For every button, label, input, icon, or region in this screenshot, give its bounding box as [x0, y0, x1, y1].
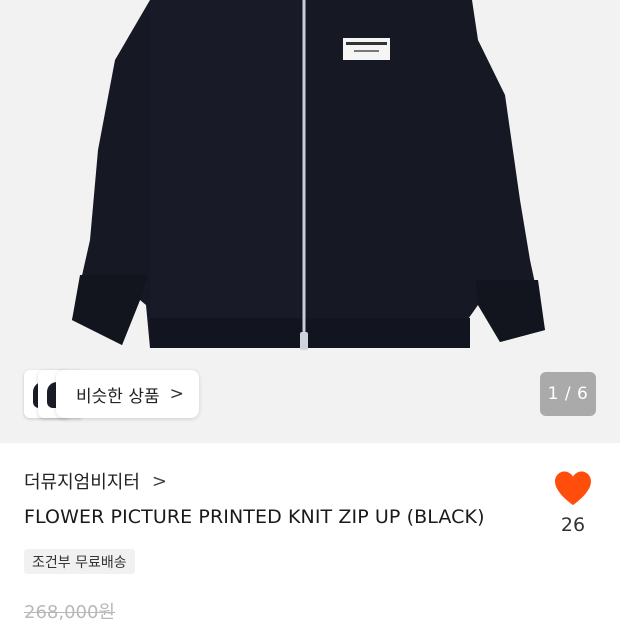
heart-icon	[555, 471, 591, 505]
similar-products-pill[interactable]: 비슷한 상품 >	[56, 370, 199, 418]
like-count: 26	[560, 514, 586, 536]
brand-label-patch	[343, 38, 390, 60]
shipping-badge: 조건부 무료배송	[24, 549, 135, 574]
similar-products-button[interactable]: 비슷한 상품 >	[24, 370, 199, 418]
original-price: 268,000원	[24, 602, 115, 620]
image-counter: 1 / 6	[540, 372, 596, 416]
similar-products-label: 비슷한 상품	[76, 386, 160, 407]
brand-name: 더뮤지엄비지터	[24, 472, 140, 493]
chevron-right-icon: >	[169, 384, 184, 404]
jacket-body	[72, 0, 545, 348]
chevron-right-icon: >	[151, 470, 168, 492]
product-image[interactable]: 비슷한 상품 > 1 / 6	[0, 0, 620, 443]
brand-link[interactable]: 더뮤지엄비지터 >	[24, 468, 167, 494]
like-button[interactable]: 26	[550, 470, 596, 536]
product-title: FLOWER PICTURE PRINTED KNIT ZIP UP (BLAC…	[24, 506, 485, 528]
